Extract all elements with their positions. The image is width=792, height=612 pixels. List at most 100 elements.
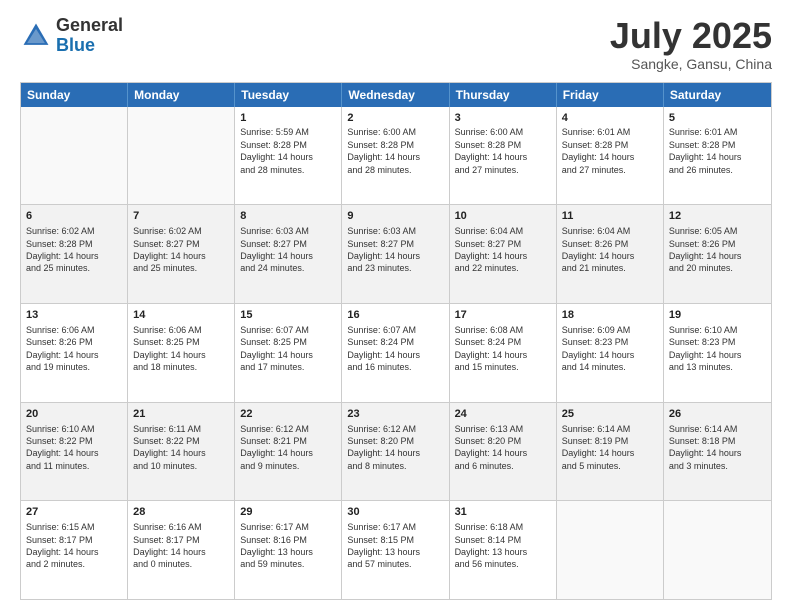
day-number: 2 [347, 111, 443, 126]
calendar-cell: 8 Sunrise: 6:03 AMSunset: 8:27 PMDaylight… [235, 205, 342, 303]
calendar-cell: 6 Sunrise: 6:02 AMSunset: 8:28 PMDaylight… [21, 205, 128, 303]
cell-info: Sunrise: 6:14 AMSunset: 8:18 PMDaylight:… [669, 424, 742, 471]
calendar-cell: 10 Sunrise: 6:04 AMSunset: 8:27 PMDayligh… [450, 205, 557, 303]
calendar-cell: 28 Sunrise: 6:16 AMSunset: 8:17 PMDayligh… [128, 501, 235, 599]
calendar-row-1: 1Sunrise: 5:59 AMSunset: 8:28 PMDaylight… [21, 107, 771, 205]
calendar-cell: 24 Sunrise: 6:13 AMSunset: 8:20 PMDayligh… [450, 403, 557, 501]
calendar-cell: 30Sunrise: 6:17 AMSunset: 8:15 PMDayligh… [342, 501, 449, 599]
cell-info: Sunrise: 6:04 AMSunset: 8:27 PMDaylight:… [455, 226, 528, 273]
calendar-cell: 21 Sunrise: 6:11 AMSunset: 8:22 PMDayligh… [128, 403, 235, 501]
calendar-cell: 27 Sunrise: 6:15 AMSunset: 8:17 PMDayligh… [21, 501, 128, 599]
cell-info: Sunrise: 6:07 AMSunset: 8:25 PMDaylight:… [240, 325, 313, 372]
day-number: 9 [347, 209, 443, 224]
cell-info: Sunrise: 6:16 AMSunset: 8:17 PMDaylight:… [133, 522, 206, 569]
day-number: 19 [669, 308, 766, 323]
day-number: 14 [133, 308, 229, 323]
day-number: 12 [669, 209, 766, 224]
calendar-cell [557, 501, 664, 599]
calendar-cell: 26 Sunrise: 6:14 AMSunset: 8:18 PMDayligh… [664, 403, 771, 501]
day-number: 4 [562, 111, 658, 126]
calendar-cell [664, 501, 771, 599]
calendar: SundayMondayTuesdayWednesdayThursdayFrid… [20, 82, 772, 600]
location: Sangke, Gansu, China [610, 56, 772, 72]
day-number: 17 [455, 308, 551, 323]
cell-info: Sunrise: 6:14 AMSunset: 8:19 PMDaylight:… [562, 424, 635, 471]
day-number: 22 [240, 407, 336, 422]
calendar-row-5: 27 Sunrise: 6:15 AMSunset: 8:17 PMDayligh… [21, 500, 771, 599]
cell-info: Sunrise: 6:02 AMSunset: 8:28 PMDaylight:… [26, 226, 99, 273]
day-number: 5 [669, 111, 766, 126]
cell-info: Sunrise: 6:03 AMSunset: 8:27 PMDaylight:… [347, 226, 420, 273]
header-day-friday: Friday [557, 83, 664, 107]
logo-text: General Blue [56, 16, 123, 56]
day-number: 6 [26, 209, 122, 224]
cell-info: Sunrise: 6:06 AMSunset: 8:25 PMDaylight:… [133, 325, 206, 372]
cell-info: Sunrise: 6:05 AMSunset: 8:26 PMDaylight:… [669, 226, 742, 273]
cell-info: Sunrise: 6:09 AMSunset: 8:23 PMDaylight:… [562, 325, 635, 372]
header-day-tuesday: Tuesday [235, 83, 342, 107]
day-number: 27 [26, 505, 122, 520]
day-number: 28 [133, 505, 229, 520]
day-number: 7 [133, 209, 229, 224]
cell-info: Sunrise: 6:00 AMSunset: 8:28 PMDaylight:… [455, 127, 528, 174]
calendar-cell: 12 Sunrise: 6:05 AMSunset: 8:26 PMDayligh… [664, 205, 771, 303]
calendar-cell: 16 Sunrise: 6:07 AMSunset: 8:24 PMDayligh… [342, 304, 449, 402]
cell-info: Sunrise: 6:04 AMSunset: 8:26 PMDaylight:… [562, 226, 635, 273]
logo: General Blue [20, 16, 123, 56]
cell-info: Sunrise: 6:08 AMSunset: 8:24 PMDaylight:… [455, 325, 528, 372]
calendar-cell: 7Sunrise: 6:02 AMSunset: 8:27 PMDaylight… [128, 205, 235, 303]
calendar-cell: 5Sunrise: 6:01 AMSunset: 8:28 PMDaylight… [664, 107, 771, 205]
day-number: 11 [562, 209, 658, 224]
calendar-cell: 31Sunrise: 6:18 AMSunset: 8:14 PMDayligh… [450, 501, 557, 599]
day-number: 3 [455, 111, 551, 126]
cell-info: Sunrise: 6:13 AMSunset: 8:20 PMDaylight:… [455, 424, 528, 471]
calendar-cell: 4Sunrise: 6:01 AMSunset: 8:28 PMDaylight… [557, 107, 664, 205]
calendar-cell: 18 Sunrise: 6:09 AMSunset: 8:23 PMDayligh… [557, 304, 664, 402]
calendar-row-4: 20 Sunrise: 6:10 AMSunset: 8:22 PMDayligh… [21, 402, 771, 501]
cell-info: Sunrise: 6:12 AMSunset: 8:21 PMDaylight:… [240, 424, 313, 471]
cell-info: Sunrise: 6:12 AMSunset: 8:20 PMDaylight:… [347, 424, 420, 471]
day-number: 31 [455, 505, 551, 520]
cell-info: Sunrise: 6:03 AMSunset: 8:27 PMDaylight:… [240, 226, 313, 273]
cell-info: Sunrise: 6:00 AMSunset: 8:28 PMDaylight:… [347, 127, 420, 174]
day-number: 15 [240, 308, 336, 323]
calendar-header-row: SundayMondayTuesdayWednesdayThursdayFrid… [21, 83, 771, 107]
cell-info: Sunrise: 6:07 AMSunset: 8:24 PMDaylight:… [347, 325, 420, 372]
cell-info: Sunrise: 6:01 AMSunset: 8:28 PMDaylight:… [562, 127, 635, 174]
day-number: 23 [347, 407, 443, 422]
calendar-cell: 25Sunrise: 6:14 AMSunset: 8:19 PMDayligh… [557, 403, 664, 501]
day-number: 24 [455, 407, 551, 422]
day-number: 29 [240, 505, 336, 520]
day-number: 8 [240, 209, 336, 224]
day-number: 16 [347, 308, 443, 323]
calendar-cell: 11 Sunrise: 6:04 AMSunset: 8:26 PMDayligh… [557, 205, 664, 303]
header-day-thursday: Thursday [450, 83, 557, 107]
day-number: 21 [133, 407, 229, 422]
cell-info: Sunrise: 6:01 AMSunset: 8:28 PMDaylight:… [669, 127, 742, 174]
logo-icon [20, 20, 52, 52]
header-day-monday: Monday [128, 83, 235, 107]
calendar-cell: 1Sunrise: 5:59 AMSunset: 8:28 PMDaylight… [235, 107, 342, 205]
cell-info: Sunrise: 5:59 AMSunset: 8:28 PMDaylight:… [240, 127, 313, 174]
calendar-cell: 17 Sunrise: 6:08 AMSunset: 8:24 PMDayligh… [450, 304, 557, 402]
cell-info: Sunrise: 6:15 AMSunset: 8:17 PMDaylight:… [26, 522, 99, 569]
day-number: 10 [455, 209, 551, 224]
calendar-row-3: 13 Sunrise: 6:06 AMSunset: 8:26 PMDayligh… [21, 303, 771, 402]
day-number: 26 [669, 407, 766, 422]
calendar-cell: 29Sunrise: 6:17 AMSunset: 8:16 PMDayligh… [235, 501, 342, 599]
cell-info: Sunrise: 6:11 AMSunset: 8:22 PMDaylight:… [133, 424, 206, 471]
day-number: 13 [26, 308, 122, 323]
day-number: 1 [240, 111, 336, 126]
day-number: 30 [347, 505, 443, 520]
month-title: July 2025 [610, 16, 772, 56]
calendar-cell: 22 Sunrise: 6:12 AMSunset: 8:21 PMDayligh… [235, 403, 342, 501]
day-number: 20 [26, 407, 122, 422]
day-number: 18 [562, 308, 658, 323]
calendar-cell: 20 Sunrise: 6:10 AMSunset: 8:22 PMDayligh… [21, 403, 128, 501]
cell-info: Sunrise: 6:10 AMSunset: 8:22 PMDaylight:… [26, 424, 99, 471]
header-day-wednesday: Wednesday [342, 83, 449, 107]
calendar-cell: 13 Sunrise: 6:06 AMSunset: 8:26 PMDayligh… [21, 304, 128, 402]
calendar-cell: 19Sunrise: 6:10 AMSunset: 8:23 PMDayligh… [664, 304, 771, 402]
calendar-cell: 2Sunrise: 6:00 AMSunset: 8:28 PMDaylight… [342, 107, 449, 205]
cell-info: Sunrise: 6:06 AMSunset: 8:26 PMDaylight:… [26, 325, 99, 372]
